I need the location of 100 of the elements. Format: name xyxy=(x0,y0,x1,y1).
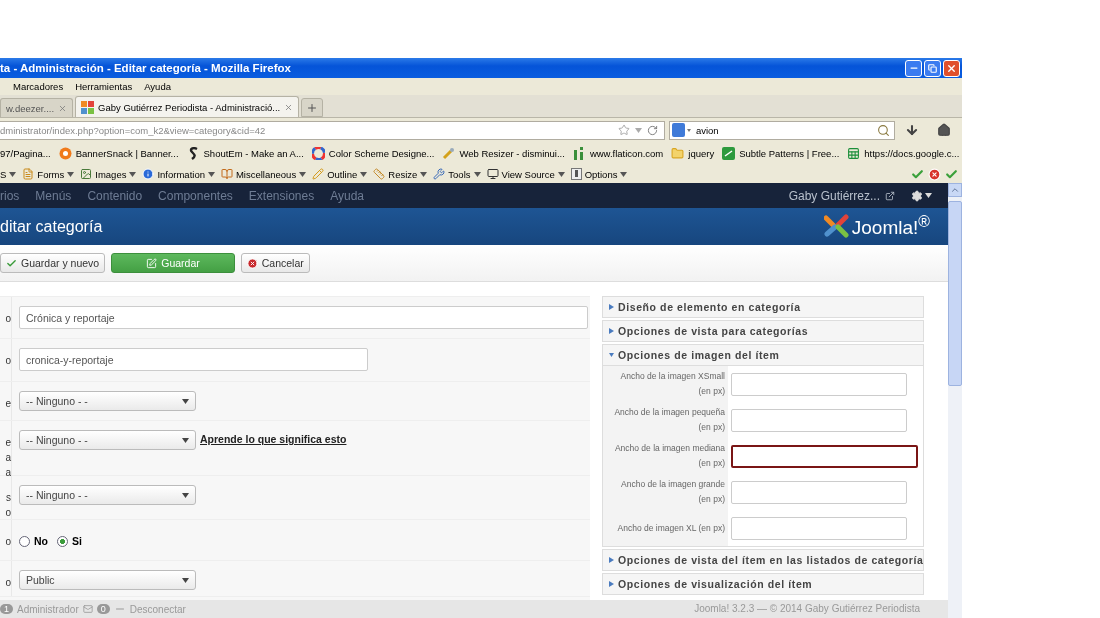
toolbar-menu[interactable]: Options xyxy=(584,168,618,180)
caret-right-icon xyxy=(609,581,614,587)
new-tab-button[interactable] xyxy=(301,98,324,117)
field-label: a xyxy=(5,451,11,465)
check-icon xyxy=(6,257,17,269)
accordion-header[interactable]: Opciones de vista para categorías xyxy=(603,321,923,341)
caret-icon xyxy=(299,171,307,177)
field-label: (en px) xyxy=(698,421,725,434)
bookmark-link[interactable]: 97/Pagina... xyxy=(0,148,51,159)
pencil-icon xyxy=(312,168,325,180)
bookmark-link[interactable]: www.flaticon.com xyxy=(589,148,664,159)
minimize-button[interactable] xyxy=(905,59,922,77)
download-icon[interactable] xyxy=(905,123,920,137)
text-field[interactable]: cronica-y-reportaje xyxy=(19,348,368,371)
slash-square-icon xyxy=(722,147,736,160)
caret-right-icon xyxy=(609,304,614,310)
caret-icon xyxy=(182,437,189,443)
image-icon xyxy=(80,168,93,180)
help-link[interactable]: Aprende lo que significa esto xyxy=(200,430,347,445)
nav-item[interactable]: Contenido xyxy=(87,188,153,203)
form-icon xyxy=(22,168,35,180)
accordion-header[interactable]: Opciones de imagen del ítem xyxy=(603,345,923,365)
toolbar-button[interactable]: Cancelar xyxy=(240,253,310,273)
text-field[interactable]: Crónica y reportaje xyxy=(19,306,588,329)
toolbar-menu[interactable]: S xyxy=(0,168,7,180)
error-icon xyxy=(928,167,941,181)
search-icon[interactable] xyxy=(876,123,890,137)
nav-item[interactable]: Componentes xyxy=(158,188,243,203)
toolbar-menu[interactable]: Forms xyxy=(37,168,65,180)
accordion-header[interactable]: Opciones de visualización del ítem xyxy=(603,574,923,594)
caret-icon xyxy=(620,171,628,177)
menu-item[interactable]: Ayuda xyxy=(144,81,171,92)
edit-icon xyxy=(146,257,158,269)
mail-icon xyxy=(82,604,93,614)
count-badge: 1 xyxy=(0,604,13,614)
user-link[interactable]: Gaby Gutiérrez... xyxy=(788,188,880,203)
browser-tab[interactable]: Gaby Gutiérrez Periodista - Administració... xyxy=(75,96,300,117)
check-icon xyxy=(945,167,958,181)
bookmark-link[interactable]: BannerSnack | Banner... xyxy=(75,148,179,159)
field-label: Ancho de imagen XL (en px) xyxy=(617,521,725,535)
caret-down-icon xyxy=(609,352,614,358)
reload-icon[interactable] xyxy=(646,124,658,136)
caret-icon xyxy=(473,171,481,177)
field-label: e xyxy=(5,397,11,411)
nav-item[interactable]: Extensiones xyxy=(248,188,325,203)
bookmark-link[interactable]: https://docs.google.c... xyxy=(864,148,960,159)
caret-right-icon xyxy=(609,557,614,563)
bookmark-star-icon[interactable] xyxy=(617,124,630,136)
tools-icon xyxy=(433,168,446,180)
close-tab-icon[interactable] xyxy=(284,102,294,112)
close-icon xyxy=(946,62,957,74)
search-field[interactable]: avion xyxy=(668,120,895,140)
bookmark-link[interactable]: jquery xyxy=(688,148,715,159)
options-icon xyxy=(570,168,582,180)
caret-icon xyxy=(182,577,189,583)
dropdown[interactable]: -- Ninguno - - xyxy=(19,430,196,450)
toolbar-menu[interactable]: Images xyxy=(95,168,127,180)
close-tab-icon[interactable] xyxy=(58,103,68,113)
menu-item[interactable]: Marcadores xyxy=(13,81,64,92)
toolbar-menu[interactable]: Outline xyxy=(327,168,358,180)
folder-icon xyxy=(671,147,685,160)
toolbar-menu[interactable]: View Source xyxy=(501,168,555,180)
toolbar-menu[interactable]: Resize xyxy=(388,168,418,180)
caret-icon xyxy=(360,171,368,177)
settings-menu[interactable] xyxy=(911,189,932,202)
field-label: Ancho de la imagen mediana xyxy=(614,442,725,455)
nav-item[interactable]: rios xyxy=(0,188,30,203)
bookmark-link[interactable]: Web Resizer - disminui... xyxy=(459,148,565,159)
window-title: ta - Administración - Editar categoría - Mozilla Firefox xyxy=(0,62,291,74)
toolbar-button[interactable]: Guardar y nuevo xyxy=(0,253,106,273)
bookmark-link[interactable]: Subtle Patterns | Free... xyxy=(739,148,840,159)
toolbar-menu[interactable]: Information xyxy=(157,168,205,180)
caret-icon xyxy=(182,398,189,404)
accordion-header[interactable]: Diseño de elemento en categoría xyxy=(603,297,923,317)
dropdown[interactable]: -- Ninguno - - xyxy=(19,391,196,411)
bookmark-link[interactable]: Color Scheme Designe... xyxy=(328,148,435,159)
browser-tab[interactable]: w.deezer.... xyxy=(0,98,74,117)
scroll-up-icon xyxy=(950,185,960,195)
menu-item[interactable]: Herramientas xyxy=(75,81,133,92)
monitor-icon xyxy=(486,168,499,180)
accordion-header[interactable]: Opciones de vista del ítem en las listados de categoría xyxy=(603,550,923,570)
radio-button[interactable] xyxy=(57,535,68,547)
restore-button[interactable] xyxy=(924,59,941,77)
caret-icon xyxy=(925,193,932,198)
bookmark-link[interactable]: ShoutEm - Make an A... xyxy=(203,148,304,159)
radio-button[interactable] xyxy=(19,535,30,547)
nav-item[interactable]: Menús xyxy=(35,188,82,203)
nav-item[interactable]: Ayuda xyxy=(330,188,374,203)
input-field[interactable] xyxy=(731,445,918,468)
leaf-bars-icon xyxy=(572,147,586,160)
toolbar-menu[interactable]: Miscellaneous xyxy=(235,168,297,180)
toolbar-menu[interactable]: Tools xyxy=(448,168,471,180)
cancel-icon xyxy=(246,257,258,269)
wrench-icon xyxy=(442,147,456,160)
address-bar[interactable]: dministrator/index.php?option=com_k2&view=category&cid=42 xyxy=(0,120,665,140)
home-icon[interactable] xyxy=(937,123,952,137)
scrollbar[interactable] xyxy=(948,183,962,618)
dropdown[interactable]: -- Ninguno - - xyxy=(19,485,196,505)
close-button[interactable] xyxy=(943,59,960,77)
dropdown[interactable]: Public xyxy=(19,570,196,590)
